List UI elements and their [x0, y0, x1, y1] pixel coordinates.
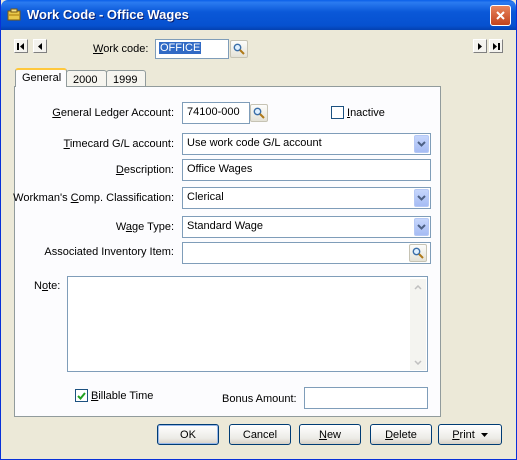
dropdown-arrow-icon	[480, 432, 488, 437]
inventory-item-input[interactable]	[182, 242, 431, 264]
cancel-button[interactable]: Cancel	[229, 424, 291, 445]
wage-type-label: Wage Type:	[115, 221, 174, 233]
previous-record-icon	[38, 42, 42, 50]
inventory-item-lookup-button[interactable]	[409, 244, 427, 262]
timecard-gl-label: Timecard G/L account:	[63, 138, 174, 150]
work-code-lookup-button[interactable]	[230, 40, 248, 58]
first-record-icon	[17, 42, 24, 50]
print-button-accel: P	[452, 428, 460, 441]
new-button-accel: N	[318, 428, 327, 441]
new-button-label: ew	[326, 428, 341, 441]
chevron-down-icon	[417, 195, 426, 201]
description-value: Office Wages	[187, 163, 253, 175]
next-record-icon	[478, 42, 482, 50]
gl-account-lookup-button[interactable]	[250, 104, 268, 122]
timecard-gl-value: Use work code G/L account	[187, 137, 322, 149]
ok-button-label: OK	[180, 428, 196, 441]
wage-type-dropdown-button[interactable]	[414, 218, 429, 236]
timecard-gl-dropdown-button[interactable]	[414, 135, 429, 153]
gl-account-input[interactable]: 74100-000	[182, 102, 250, 124]
close-button[interactable]	[490, 5, 511, 26]
workmans-comp-select[interactable]: Clerical	[182, 187, 431, 209]
tab-2000-label: 2000	[73, 74, 98, 86]
next-record-button[interactable]	[473, 39, 487, 53]
chevron-down-icon	[417, 224, 426, 230]
title-bar[interactable]: Work Code - Office Wages	[1, 0, 516, 30]
tab-general-label: General	[22, 72, 62, 84]
workmans-comp-label: Workman's Comp. Classification:	[13, 192, 174, 204]
checkmark-icon	[77, 391, 86, 400]
print-button[interactable]: Print	[438, 424, 502, 445]
delete-button[interactable]: Delete	[370, 424, 432, 445]
gl-account-value: 74100-000	[187, 106, 240, 118]
magnifier-icon	[412, 247, 424, 259]
description-label: Description:	[115, 164, 174, 176]
last-record-button[interactable]	[489, 39, 503, 53]
magnifier-icon	[253, 107, 265, 119]
window-title: Work Code - Office Wages	[27, 7, 189, 22]
scroll-down-button[interactable]	[410, 354, 426, 370]
tab-2000[interactable]: 2000	[66, 70, 107, 87]
inactive-checkbox[interactable]	[331, 106, 344, 119]
chevron-up-icon	[414, 284, 422, 290]
tab-1999-label: 1999	[113, 74, 138, 86]
gl-account-label: General Ledger Account:	[52, 107, 174, 119]
previous-record-button[interactable]	[33, 39, 47, 53]
bonus-amount-label: Bonus Amount:	[222, 393, 297, 405]
tab-general[interactable]: General	[15, 68, 67, 87]
app-icon	[7, 8, 21, 21]
cancel-button-label: Cancel	[242, 428, 278, 441]
close-icon	[496, 11, 505, 20]
note-label: Note:	[34, 280, 61, 292]
chevron-down-icon	[414, 359, 422, 365]
magnifier-icon	[233, 43, 245, 55]
print-button-label: rint	[459, 428, 475, 441]
wage-type-select[interactable]: Standard Wage	[182, 216, 431, 238]
timecard-gl-select[interactable]: Use work code G/L account	[182, 133, 431, 155]
work-code-window: Work Code - Office Wages Work code: OFFI…	[0, 0, 517, 460]
wage-type-value: Standard Wage	[187, 220, 264, 232]
first-record-button[interactable]	[14, 39, 28, 53]
work-code-label: Work code:	[93, 43, 149, 55]
note-textarea[interactable]	[67, 276, 428, 372]
ok-button[interactable]: OK	[157, 424, 219, 445]
bonus-amount-input[interactable]	[304, 387, 428, 409]
work-code-input[interactable]: OFFICE	[155, 39, 229, 59]
workmans-comp-dropdown-button[interactable]	[414, 189, 429, 207]
note-scrollbar[interactable]	[410, 279, 426, 370]
inventory-item-label: Associated Inventory Item:	[44, 246, 174, 258]
chevron-down-icon	[417, 141, 426, 147]
delete-button-label: elete	[393, 428, 417, 441]
work-code-value: OFFICE	[159, 42, 202, 54]
description-input[interactable]: Office Wages	[182, 159, 431, 181]
billable-time-label: Billable Time	[91, 390, 154, 402]
billable-time-checkbox[interactable]	[75, 389, 88, 402]
scroll-up-button[interactable]	[410, 279, 426, 295]
last-record-icon	[493, 42, 500, 50]
new-button[interactable]: New	[299, 424, 361, 445]
delete-button-accel: D	[385, 428, 394, 441]
inactive-label: Inactive	[347, 107, 385, 119]
tab-1999[interactable]: 1999	[106, 70, 146, 87]
workmans-comp-value: Clerical	[187, 191, 224, 203]
